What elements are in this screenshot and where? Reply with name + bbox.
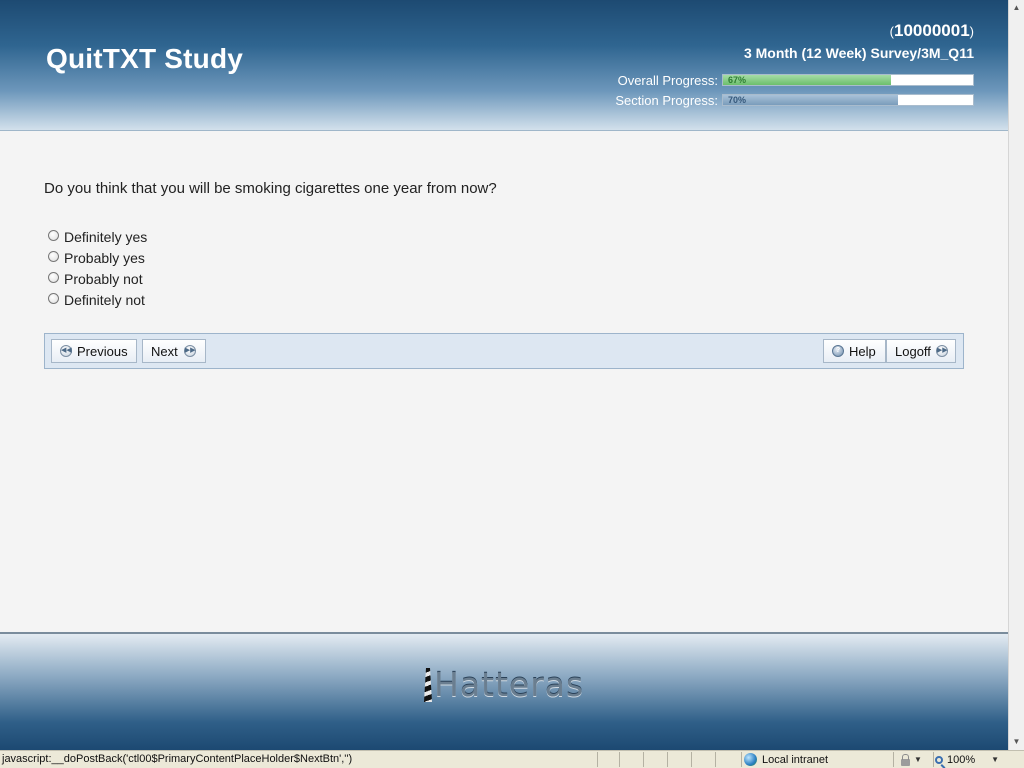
overall-progress-bar: 67%: [722, 74, 974, 86]
section-progress-bar: 70%: [722, 94, 974, 106]
rewind-icon: ◀◀: [60, 345, 72, 357]
zone-label: Local intranet: [762, 753, 829, 766]
security-zone[interactable]: Local intranet: [744, 752, 828, 767]
protected-mode[interactable]: ▼: [895, 752, 931, 767]
answer-options: Definitely yes Probably yes Probably not…: [48, 226, 147, 310]
overall-progress-percent: 67%: [728, 75, 747, 85]
option-definitely-not[interactable]: Definitely not: [48, 289, 147, 310]
hatteras-logo: Hatteras: [424, 668, 584, 702]
lock-icon: [901, 753, 910, 766]
logoff-label: Logoff: [895, 343, 931, 359]
section-progress-fill: [723, 95, 898, 105]
overall-progress: Overall Progress: 67%: [617, 72, 974, 88]
radio-button[interactable]: [48, 272, 59, 283]
page-header: QuitTXT Study (10000001) 3 Month (12 Wee…: [0, 0, 1008, 131]
navigation-bar: ◀◀ Previous Next ▶▶ ? Help Logoff ▶▶: [44, 333, 964, 369]
chevron-down-icon: ▼: [991, 755, 1000, 764]
radio-button[interactable]: [48, 230, 59, 241]
option-label: Definitely yes: [64, 228, 148, 245]
scroll-up-arrow-icon[interactable]: ▲: [1009, 0, 1024, 16]
page-footer: Hatteras: [0, 632, 1008, 750]
section-progress: Section Progress: 70%: [615, 92, 974, 108]
participant-close-paren: ): [969, 24, 974, 39]
option-probably-not[interactable]: Probably not: [48, 268, 147, 289]
zoom-icon: [935, 755, 943, 764]
zoom-level: 100%: [947, 753, 976, 766]
app-title: QuitTXT Study: [46, 43, 244, 74]
section-progress-label: Section Progress:: [615, 92, 718, 108]
status-panel: [691, 752, 715, 767]
status-panel: [597, 752, 619, 767]
zoom-control[interactable]: 100% ▼: [935, 752, 999, 767]
option-label: Probably yes: [64, 249, 145, 266]
status-panel: [643, 752, 667, 767]
hatteras-logo-text: Hatteras: [434, 665, 585, 704]
browser-viewport: QuitTXT Study (10000001) 3 Month (12 Wee…: [0, 0, 1008, 750]
option-probably-yes[interactable]: Probably yes: [48, 247, 147, 268]
participant-id-value: 10000001: [894, 21, 970, 40]
status-panel: [667, 752, 691, 767]
survey-path: 3 Month (12 Week) Survey/3M_Q11: [743, 45, 974, 61]
next-label: Next: [151, 343, 178, 359]
participant-id: (10000001): [890, 21, 974, 41]
section-progress-percent: 70%: [728, 95, 747, 105]
intranet-globe-icon: [744, 753, 757, 766]
lighthouse-icon: [424, 668, 432, 702]
help-button[interactable]: ? Help: [823, 339, 886, 363]
previous-label: Previous: [77, 343, 128, 359]
status-panel: [619, 752, 643, 767]
scroll-down-arrow-icon[interactable]: ▼: [1009, 734, 1024, 750]
help-label: Help: [849, 343, 876, 359]
fast-forward-icon: ▶▶: [183, 345, 196, 357]
status-panel: [715, 752, 741, 767]
fast-forward-icon: ▶▶: [935, 345, 948, 357]
logoff-button[interactable]: Logoff ▶▶: [886, 339, 956, 363]
vertical-scrollbar[interactable]: ▲ ▼: [1008, 0, 1024, 750]
option-definitely-yes[interactable]: Definitely yes: [48, 226, 147, 247]
option-label: Definitely not: [64, 291, 145, 308]
radio-button[interactable]: [48, 251, 59, 262]
overall-progress-fill: [723, 75, 891, 85]
previous-button[interactable]: ◀◀ Previous: [51, 339, 137, 363]
browser-status-bar: javascript:__doPostBack('ctl00$PrimaryCo…: [0, 750, 1024, 768]
radio-button[interactable]: [48, 293, 59, 304]
next-button[interactable]: Next ▶▶: [142, 339, 206, 363]
status-url: javascript:__doPostBack('ctl00$PrimaryCo…: [2, 753, 353, 765]
help-icon: ?: [832, 345, 844, 357]
overall-progress-label: Overall Progress:: [617, 72, 718, 88]
option-label: Probably not: [64, 270, 143, 287]
question-text: Do you think that you will be smoking ci…: [44, 180, 497, 197]
chevron-down-icon: ▼: [914, 755, 922, 764]
